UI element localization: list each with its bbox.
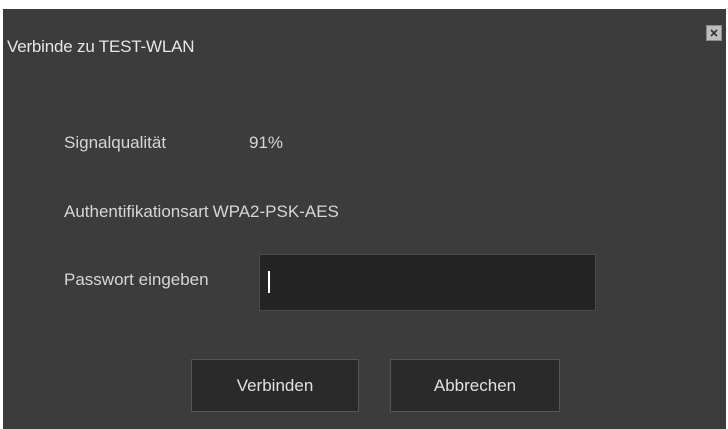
signal-quality-value: 91% — [249, 133, 284, 152]
cancel-button[interactable]: Abbrechen — [390, 359, 560, 412]
password-input[interactable] — [259, 254, 596, 311]
authentication-value: WPA2-PSK-AES — [212, 202, 339, 221]
authentication-label: Authentifikationsart — [64, 202, 209, 221]
text-caret — [268, 271, 270, 293]
wlan-connect-dialog: Verbinde zu TEST-WLAN Signalqualität 91%… — [3, 9, 726, 429]
dialog-titlebar: Verbinde zu TEST-WLAN — [3, 9, 726, 69]
authentication-row: Authentifikationsart WPA2-PSK-AES — [64, 202, 339, 222]
password-label: Passwort eingeben — [64, 270, 209, 289]
close-button[interactable] — [706, 25, 722, 41]
connect-button[interactable]: Verbinden — [191, 359, 359, 412]
close-icon — [710, 29, 718, 37]
signal-quality-row: Signalqualität 91% — [64, 133, 283, 153]
signal-quality-label: Signalqualität — [64, 133, 167, 152]
dialog-title: Verbinde zu TEST-WLAN — [7, 37, 195, 56]
